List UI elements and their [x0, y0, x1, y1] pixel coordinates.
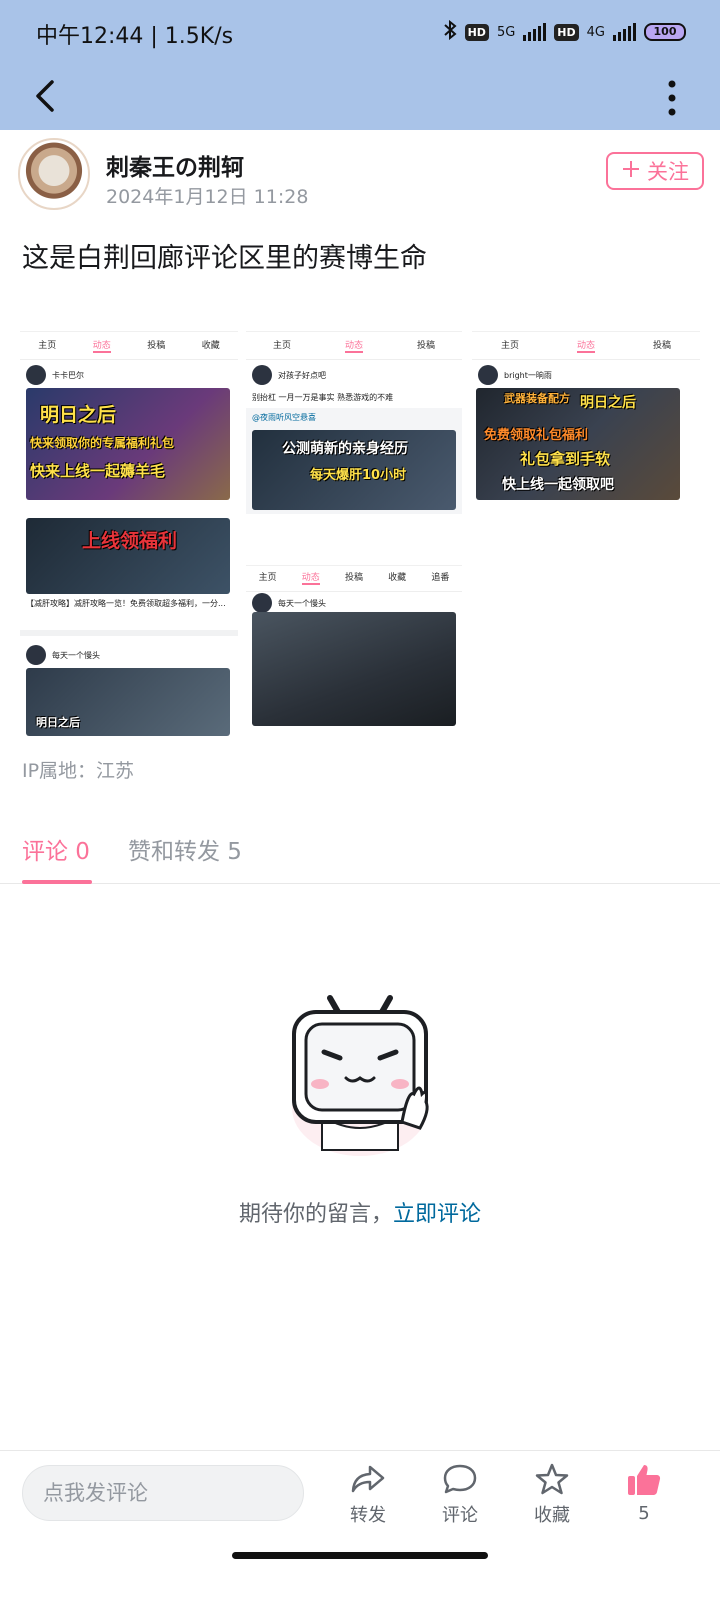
status-time-speed: 中午12:44 | 1.5K/s	[36, 24, 234, 49]
video-thumbnail: 武器装备配方 明日之后 免费领取礼包福利 礼包拿到手软 快上线一起领取吧	[476, 388, 680, 500]
feed-user-2: 每天一个慢头	[20, 640, 106, 670]
like-button[interactable]: 5	[614, 1463, 674, 1524]
more-options-icon[interactable]	[662, 76, 682, 120]
comment-label: 评论	[442, 1505, 478, 1526]
home-indicator[interactable]	[232, 1552, 488, 1559]
post-images[interactable]: 主页 动态 投稿 收藏 卡卡巴尔 明日之后 快来领取你的专属福利礼包 快来上线一…	[20, 292, 700, 736]
favorite-button[interactable]: 收藏	[522, 1463, 582, 1527]
feed-text: 别抬杠 一月一万是事实 熟悉游戏的不难	[252, 393, 394, 402]
author-name[interactable]: 刺秦王の荆轲	[106, 148, 244, 182]
favorite-label: 收藏	[534, 1505, 570, 1526]
video-caption: 【减肝攻略】减肝攻略一览！免费领取超多福利，一分...	[26, 599, 226, 608]
feed-user: 卡卡巴尔	[20, 360, 238, 390]
video-thumbnail: 明日之后 快来领取你的专属福利礼包 快来上线一起薅羊毛	[26, 388, 230, 500]
follow-label: 关注	[647, 160, 689, 184]
plus-icon	[621, 159, 641, 184]
post-image-2[interactable]: 主页 动态 投稿 对孩子好点吧 别抬杠 一月一万是事实 熟悉游戏的不难 @夜雨听…	[246, 292, 462, 736]
repost-source: @夜雨听风空悬喜	[252, 413, 316, 422]
signal-icon-2	[613, 23, 636, 41]
avatar[interactable]	[18, 138, 90, 210]
status-bar: 中午12:44 | 1.5K/s HD 5G HD 4G 100	[0, 0, 720, 64]
signal-icon	[523, 23, 547, 41]
profile-tabs: 主页 动态 投稿	[246, 332, 462, 360]
profile-tabs: 主页 动态 投稿 收藏	[20, 332, 238, 360]
hd-badge-2: HD	[554, 23, 579, 41]
video-thumbnail-3: 明日之后	[26, 668, 230, 736]
tab-comments[interactable]: 评论 0	[22, 832, 90, 866]
status-icons: HD 5G HD 4G 100	[443, 19, 686, 44]
share-label: 转发	[350, 1505, 386, 1526]
tab-posts: 投稿	[147, 341, 166, 351]
tab-likes-reposts[interactable]: 赞和转发 5	[128, 832, 242, 866]
comment-now-link[interactable]: 立即评论	[393, 1202, 481, 1227]
video-thumbnail: 公测萌新的亲身经历 每天爆肝10小时	[252, 430, 456, 510]
author-row: 刺秦王の荆轲 2024年1月12日 11:28 关注	[18, 136, 708, 216]
feed-user: 对孩子好点吧	[246, 360, 462, 390]
nav-bar	[0, 64, 720, 130]
comment-icon	[430, 1463, 490, 1495]
bluetooth-icon	[443, 19, 457, 44]
follow-button[interactable]: 关注	[606, 152, 704, 190]
video-thumbnail-2	[252, 612, 456, 726]
like-count: 5	[638, 1503, 650, 1524]
tab-home: 主页	[38, 341, 57, 351]
thumbs-up-icon	[614, 1463, 674, 1497]
profile-tabs: 主页 动态 投稿	[472, 332, 700, 360]
hd-badge: HD	[464, 23, 489, 41]
post-image-1[interactable]: 主页 动态 投稿 收藏 卡卡巴尔 明日之后 快来领取你的专属福利礼包 快来上线一…	[20, 292, 238, 736]
tab-underline	[22, 880, 92, 884]
tab-favorites: 收藏	[201, 341, 220, 351]
post-timestamp: 2024年1月12日 11:28	[106, 186, 309, 208]
battery-icon: 100	[644, 23, 686, 41]
network-5g-label: 5G	[496, 24, 516, 40]
empty-state-text: 期待你的留言，	[238, 1202, 393, 1227]
share-icon	[338, 1463, 398, 1495]
share-button[interactable]: 转发	[338, 1463, 398, 1527]
comment-button[interactable]: 评论	[430, 1463, 490, 1527]
tv-mascot-icon	[280, 990, 440, 1160]
comment-input[interactable]: 点我发评论	[22, 1465, 304, 1521]
ip-location: IP属地：江苏	[22, 760, 135, 782]
empty-state-message: 期待你的留言，立即评论	[0, 1196, 720, 1228]
tab-dynamic: 动态	[92, 338, 111, 353]
star-icon	[522, 1463, 582, 1495]
post-text: 这是白荆回廊评论区里的赛博生命	[22, 243, 427, 274]
comment-tabs: 评论 0 赞和转发 5	[0, 820, 720, 884]
back-icon[interactable]	[28, 76, 68, 116]
network-4g-label: 4G	[586, 24, 605, 40]
post-image-3[interactable]: 主页 动态 投稿 bright一晌雨 武器装备配方 明日之后 免费领取礼包福利 …	[472, 292, 700, 512]
video-thumbnail-2: 上线领福利	[26, 518, 230, 594]
feed-user: bright一晌雨	[472, 360, 700, 390]
bottom-action-bar: 点我发评论 转发 评论 收藏 5	[0, 1450, 720, 1600]
